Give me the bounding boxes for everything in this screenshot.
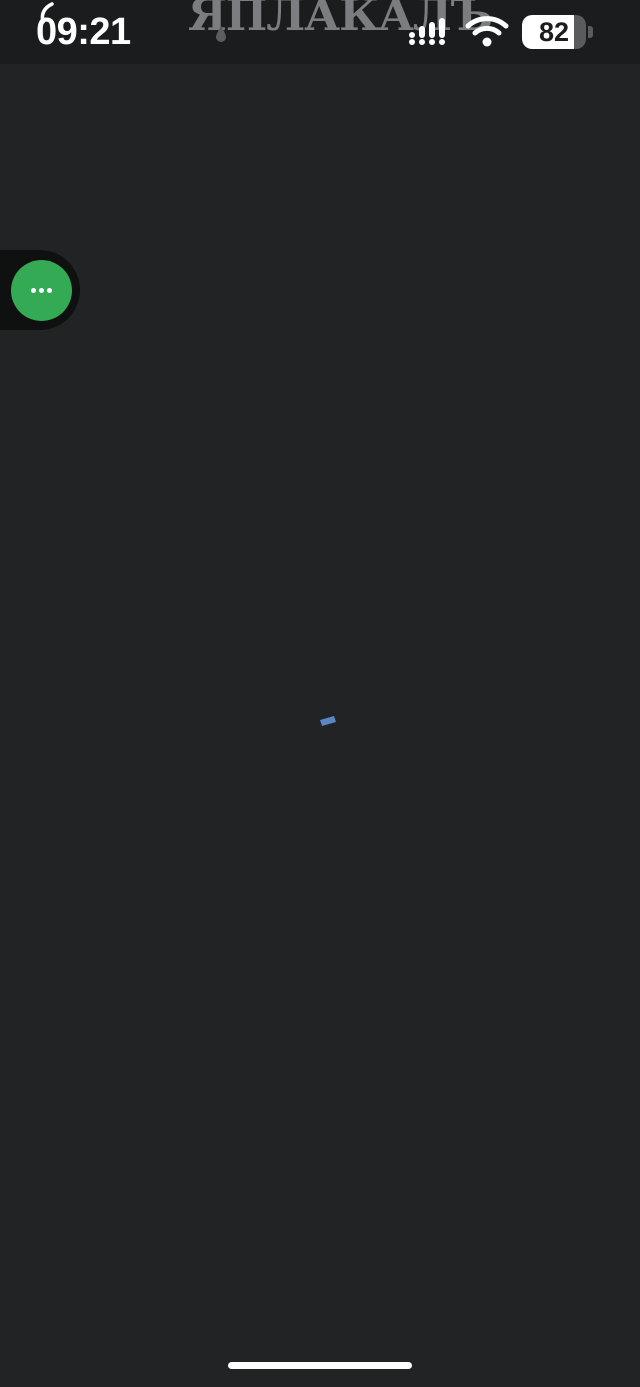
loading-spinner xyxy=(320,716,336,726)
status-bar: 09:21 ЯПЛАКАЛЪ 82 xyxy=(0,0,640,64)
logo-drop-icon xyxy=(216,26,226,42)
floating-menu-button[interactable] xyxy=(11,260,72,321)
status-time: 09:21 xyxy=(36,11,131,53)
signal-icon xyxy=(409,18,445,45)
app-screen: 09:21 ЯПЛАКАЛЪ 82 xyxy=(0,0,640,1387)
home-indicator[interactable] xyxy=(228,1362,412,1369)
battery-cap xyxy=(588,26,593,38)
battery-level: 82 xyxy=(538,17,570,47)
more-dots-icon xyxy=(31,288,52,293)
battery-icon: 82 xyxy=(522,15,593,49)
wifi-icon xyxy=(465,16,509,47)
